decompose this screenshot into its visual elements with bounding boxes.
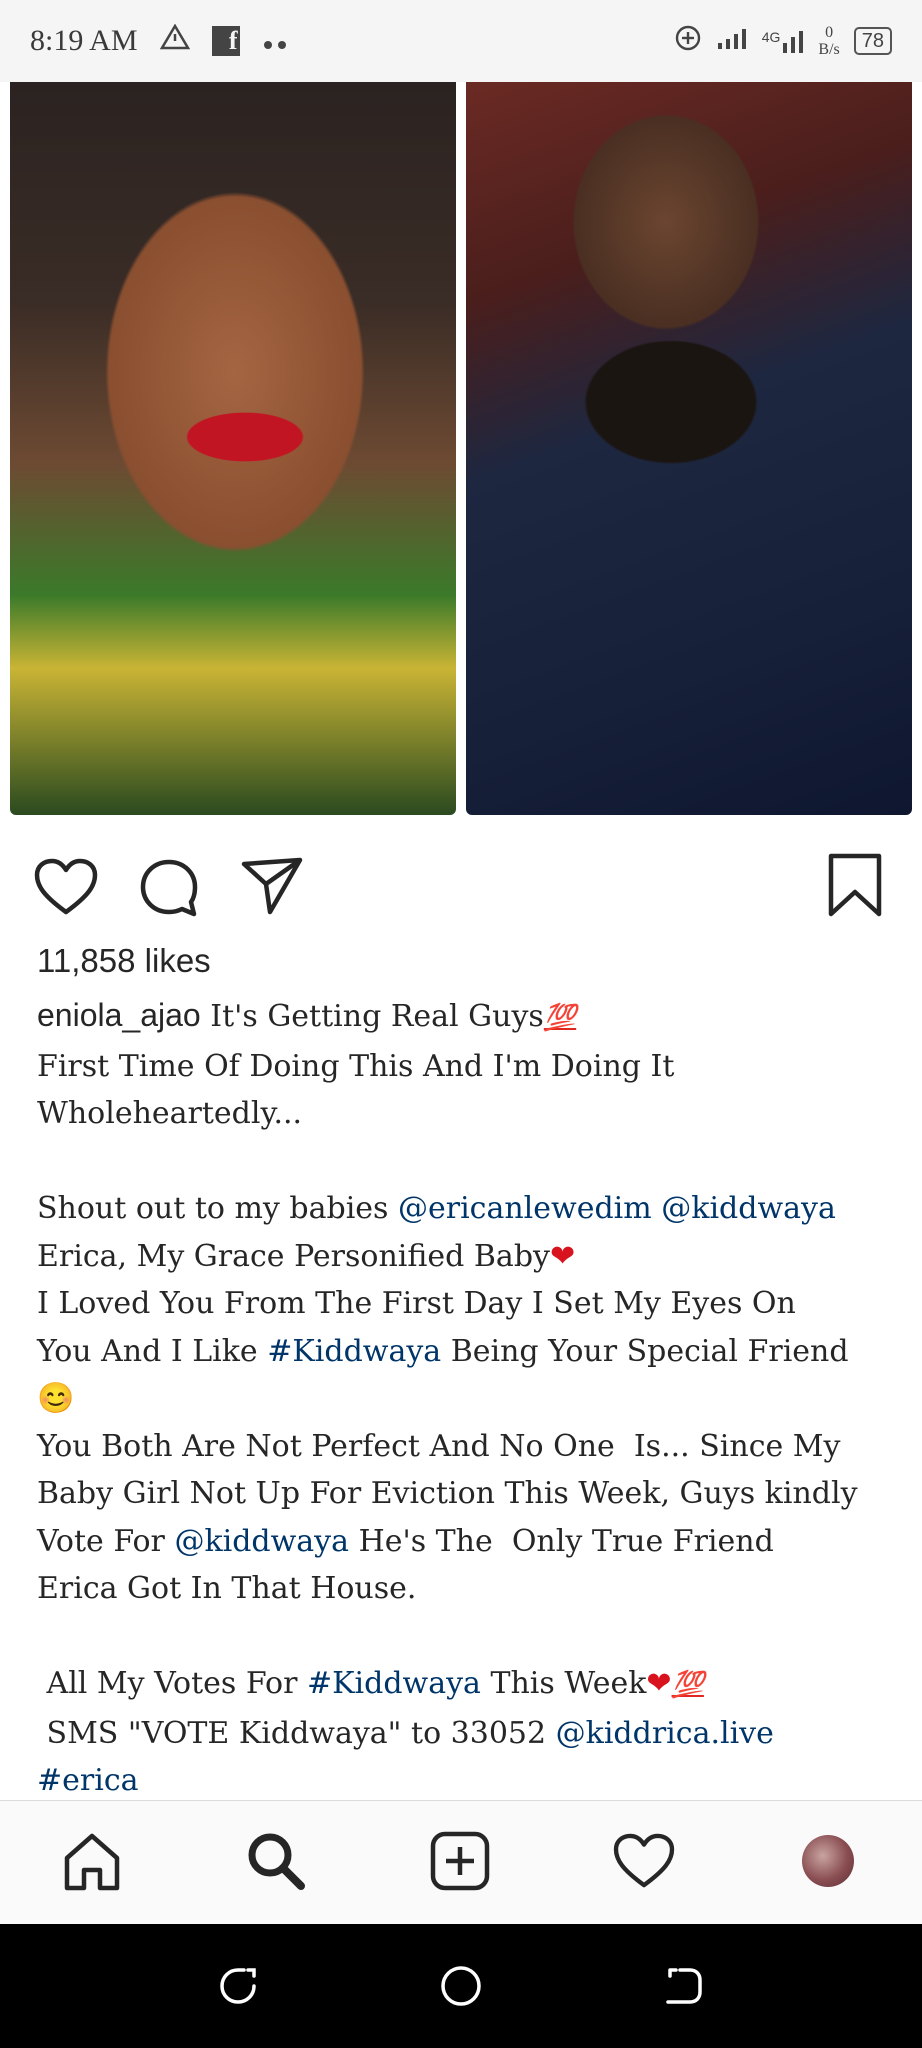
facebook-icon: f [211,26,240,56]
share-send-icon[interactable] [240,856,304,921]
status-time: 8:19 AM [30,24,138,57]
caption-line: Erica, My Grace Personified Baby❤ [37,1233,897,1281]
caption-link[interactable]: @kiddrica.live [556,1716,774,1751]
back-icon[interactable] [660,1962,708,2010]
caption-text: This Week [480,1666,647,1701]
caption-link[interactable]: @kiddwaya [661,1191,836,1226]
status-bar: 8:19 AM f 4G 0 B/s 78 [0,0,922,82]
post-username[interactable]: eniola_ajao [37,997,201,1033]
caption-emoji: 💯 [543,1003,577,1033]
caption-text: First Time Of Doing This And I'm Doing I… [37,1048,675,1084]
battery-level: 78 [861,30,884,52]
caption-line: You And I Like #Kiddwaya Being Your Spec… [37,1328,897,1376]
caption-text: Wholeheartedly... [37,1096,303,1131]
caption-line: You Both Are Not Perfect And No One Is..… [37,1423,897,1471]
network-label: 4G [761,29,781,45]
caption-text: Baby Girl Not Up For Eviction This Week,… [37,1476,858,1511]
home-icon[interactable] [60,1829,124,1893]
caption-text [652,1191,662,1226]
caption-text: You Both Are Not Perfect And No One Is..… [37,1428,841,1464]
more-dots-icon [262,24,292,58]
search-icon[interactable] [244,1829,308,1893]
speed-value: 0 [825,24,834,41]
caption-link[interactable]: @ericanlewedim [398,1191,652,1226]
warning-triangle-icon [159,23,190,58]
caption-lines: eniola_ajao It's Getting Real Guys💯 First… [37,992,897,1805]
activity-heart-icon[interactable] [612,1829,676,1893]
caption-line: First Time Of Doing This And I'm Doing I… [37,1043,897,1091]
caption-line: #erica [37,1757,897,1805]
post-caption: eniola_ajao It's Getting Real Guys💯 First… [37,992,897,1805]
post-photo-right [466,82,912,815]
caption-text: Erica Got In That House. [37,1571,417,1606]
post-actions [0,840,922,930]
system-navigation-bar [0,1924,922,2048]
profile-avatar[interactable] [796,1829,860,1893]
caption-emoji: 💯 [671,1670,704,1700]
caption-link[interactable]: @kiddwaya [174,1524,349,1559]
home-circle-icon[interactable] [437,1962,485,2010]
new-post-icon[interactable] [428,1829,492,1893]
caption-link[interactable]: #Kiddwaya [267,1334,441,1369]
caption-emoji: ❤ [646,1666,672,1701]
battery-icon: 78 [853,27,892,55]
caption-line: SMS "VOTE Kiddwaya" to 33052 @kiddrica.l… [37,1710,897,1758]
caption-line: 😊 [37,1375,897,1423]
caption-line: All My Votes For #Kiddwaya This Week❤💯 [37,1660,897,1710]
post-photo-left [10,82,456,815]
likes-count[interactable]: 11,858 likes [37,942,211,980]
caption-line: eniola_ajao It's Getting Real Guys💯 [37,992,897,1043]
caption-text: Being Your Special Friend [441,1333,849,1369]
caption-text: Vote For [37,1523,175,1559]
caption-text: He's The Only True Friend [349,1523,774,1559]
signal-icon [716,27,748,55]
caption-line: Erica Got In That House. [37,1565,897,1613]
caption-emoji: ❤ [549,1238,576,1274]
bottom-navigation [0,1800,922,1925]
caption-text: All My Votes For [37,1666,307,1701]
post-image-collage[interactable] [10,82,912,815]
network-speed: 0 B/s [818,24,839,58]
caption-line: I Loved You From The First Day I Set My … [37,1280,897,1328]
caption-text: Erica, My Grace Personified Baby [37,1238,550,1274]
caption-text: 😊 [37,1381,75,1416]
caption-line: Vote For @kiddwaya He's The Only True Fr… [37,1518,897,1566]
caption-line: Baby Girl Not Up For Eviction This Week,… [37,1470,897,1518]
caption-text: SMS "VOTE Kiddwaya" to 33052 [37,1715,556,1751]
caption-link[interactable]: #Kiddwaya [307,1666,481,1701]
speed-unit: B/s [818,41,840,58]
recents-icon[interactable] [214,1962,262,2010]
caption-line: Wholeheartedly... [37,1090,897,1138]
caption-link[interactable]: #erica [37,1763,139,1798]
comment-icon[interactable] [138,858,200,923]
caption-text: I Loved You From The First Day I Set My … [37,1286,796,1321]
bookmark-save-icon[interactable] [826,852,884,923]
avatar [802,1835,854,1887]
caption-text: It's Getting Real Guys [210,999,544,1034]
caption-line: Shout out to my babies @ericanlewedim @k… [37,1185,897,1233]
caption-text: You And I Like [37,1333,268,1369]
caption-text: Shout out to my babies [37,1191,398,1226]
data-saver-icon [674,24,702,58]
network-4g-icon: 4G [762,29,805,53]
like-heart-icon[interactable] [34,858,98,921]
